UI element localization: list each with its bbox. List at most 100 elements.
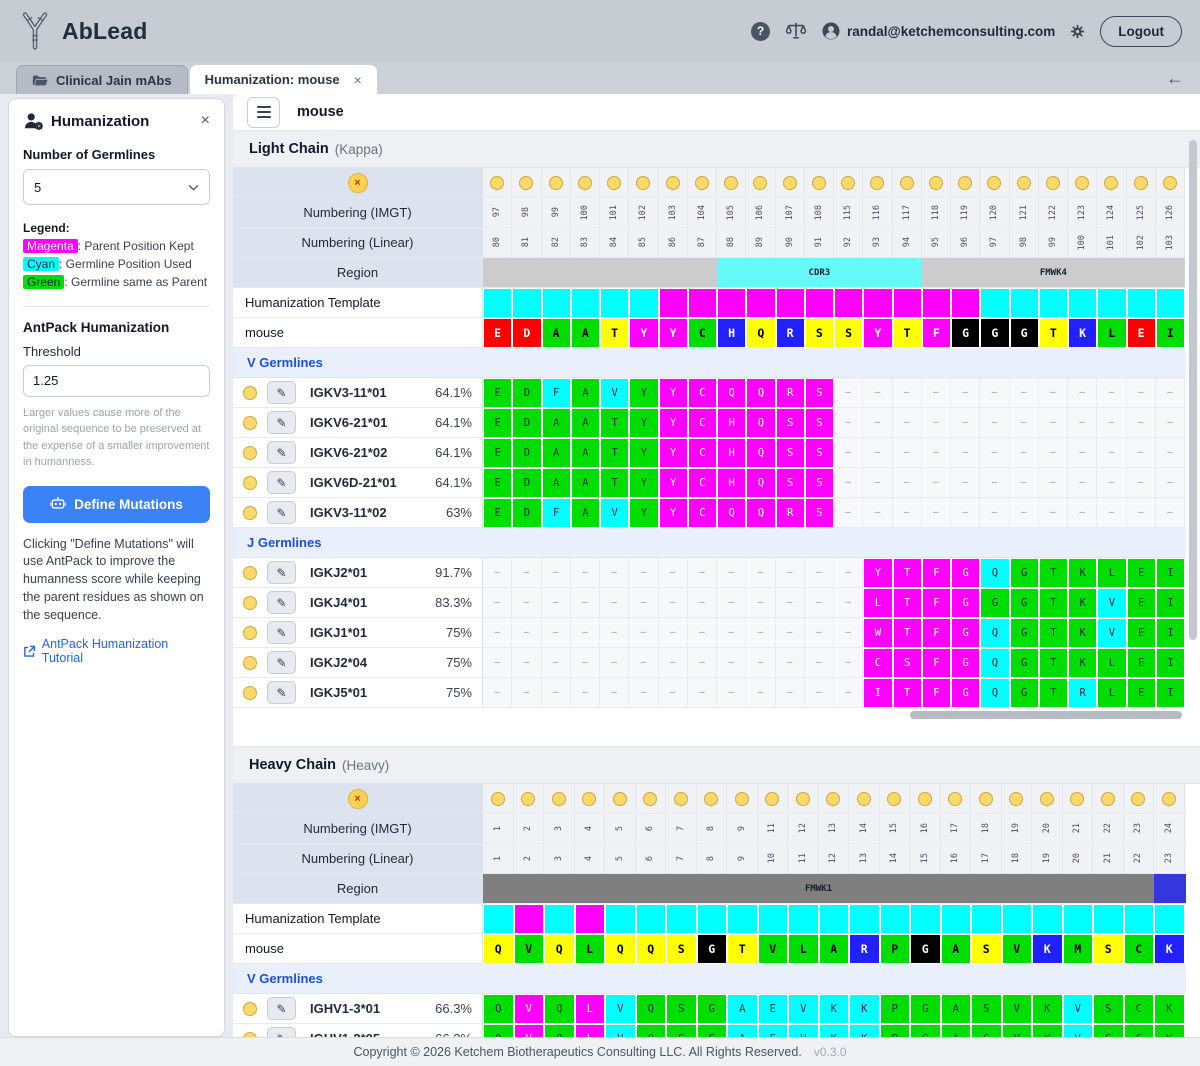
tutorial-link[interactable]: AntPack Humanization Tutorial (23, 637, 210, 665)
residue-cell[interactable]: T (1039, 318, 1068, 348)
residue-cell[interactable]: L (788, 934, 819, 964)
residue-cell[interactable]: Q (483, 934, 514, 964)
residue-cell[interactable]: K (1154, 934, 1185, 964)
residue-cell[interactable]: C (1124, 934, 1155, 964)
column-select-circle[interactable] (1075, 176, 1089, 190)
column-select-circle[interactable] (929, 176, 943, 190)
residue-cell[interactable]: R (849, 934, 880, 964)
residue-cell[interactable]: K (1032, 934, 1063, 964)
residue-cell[interactable]: Y (659, 318, 688, 348)
edit-germline-button[interactable]: ✎ (267, 561, 296, 584)
residue-cell[interactable]: V (758, 934, 789, 964)
residue-cell[interactable]: V (514, 934, 545, 964)
column-select-circle[interactable] (552, 792, 566, 806)
user-account[interactable]: randal@ketchemconsulting.com (822, 22, 1055, 40)
edit-germline-button[interactable]: ✎ (267, 621, 296, 644)
residue-cell[interactable]: M (1063, 934, 1094, 964)
residue-cell[interactable]: G (697, 934, 728, 964)
help-icon[interactable]: ? (751, 22, 770, 41)
residue-cell[interactable]: Q (746, 318, 775, 348)
residue-cell[interactable]: K (1068, 318, 1097, 348)
residue-cell[interactable]: Q (605, 934, 636, 964)
column-select-circle[interactable] (796, 792, 810, 806)
residue-cell[interactable]: Q (544, 934, 575, 964)
vertical-scrollbar[interactable] (1189, 140, 1197, 640)
column-select-circle[interactable] (704, 792, 718, 806)
residue-cell[interactable]: G (1010, 318, 1039, 348)
residue-cell[interactable]: R (776, 318, 805, 348)
column-select-circle[interactable] (857, 792, 871, 806)
residue-cell[interactable]: A (542, 318, 571, 348)
residue-cell[interactable]: G (910, 934, 941, 964)
germline-select-circle[interactable] (243, 446, 257, 460)
column-select-circle[interactable] (695, 176, 709, 190)
column-select-circle[interactable] (765, 792, 779, 806)
column-select-circle[interactable] (900, 176, 914, 190)
column-select-circle[interactable] (870, 176, 884, 190)
column-select-circle[interactable] (826, 792, 840, 806)
residue-cell[interactable]: S (834, 318, 863, 348)
residue-cell[interactable]: Y (863, 318, 892, 348)
back-arrow-icon[interactable]: ← (1166, 69, 1184, 87)
column-select-circle[interactable] (783, 176, 797, 190)
germline-select-circle[interactable] (243, 596, 257, 610)
column-select-circle[interactable] (1046, 176, 1060, 190)
residue-cell[interactable]: T (893, 318, 922, 348)
column-select-circle[interactable] (987, 176, 1001, 190)
column-select-circle[interactable] (1040, 792, 1054, 806)
logout-button[interactable]: Logout (1100, 16, 1182, 47)
column-select-circle[interactable] (674, 792, 688, 806)
germline-select-circle[interactable] (243, 1032, 257, 1038)
column-select-circle[interactable] (1101, 792, 1115, 806)
residue-cell[interactable]: A (571, 318, 600, 348)
column-select-circle[interactable] (1104, 176, 1118, 190)
edit-germline-button[interactable]: ✎ (267, 681, 296, 704)
residue-cell[interactable]: P (880, 934, 911, 964)
residue-cell[interactable]: V (1002, 934, 1033, 964)
column-select-circle[interactable] (607, 176, 621, 190)
residue-cell[interactable]: G (980, 318, 1009, 348)
edit-germline-button[interactable]: ✎ (267, 441, 296, 464)
column-select-circle[interactable] (958, 176, 972, 190)
column-select-circle[interactable] (1017, 176, 1031, 190)
settings-gear-icon[interactable] (1070, 24, 1085, 39)
tab-close-icon[interactable]: × (354, 72, 362, 88)
column-select-circle[interactable] (519, 176, 533, 190)
column-select-circle[interactable] (918, 792, 932, 806)
residue-cell[interactable]: Q (636, 934, 667, 964)
residue-cell[interactable]: E (483, 318, 512, 348)
residue-cell[interactable]: D (512, 318, 541, 348)
column-select-circle[interactable] (1162, 792, 1176, 806)
edit-germline-button[interactable]: ✎ (267, 591, 296, 614)
edit-germline-button[interactable]: ✎ (267, 381, 296, 404)
threshold-input[interactable] (23, 365, 210, 397)
column-select-circle[interactable] (1009, 792, 1023, 806)
deselect-all-button[interactable]: × (348, 789, 368, 809)
column-select-circle[interactable] (582, 792, 596, 806)
column-select-circle[interactable] (724, 176, 738, 190)
column-select-circle[interactable] (753, 176, 767, 190)
column-select-circle[interactable] (643, 792, 657, 806)
column-select-circle[interactable] (979, 792, 993, 806)
edit-germline-button[interactable]: ✎ (267, 411, 296, 434)
residue-cell[interactable]: A (941, 934, 972, 964)
residue-cell[interactable]: C (688, 318, 717, 348)
column-select-circle[interactable] (549, 176, 563, 190)
column-select-circle[interactable] (521, 792, 535, 806)
tab-humanization-mouse[interactable]: Humanization: mouse × (190, 65, 377, 94)
germline-select-circle[interactable] (243, 566, 257, 580)
panel-close-icon[interactable]: × (201, 112, 210, 130)
germline-select-circle[interactable] (243, 686, 257, 700)
column-select-circle[interactable] (1134, 176, 1148, 190)
residue-cell[interactable]: S (805, 318, 834, 348)
column-select-circle[interactable] (578, 176, 592, 190)
residue-cell[interactable]: I (1156, 318, 1185, 348)
germline-select-circle[interactable] (243, 386, 257, 400)
horizontal-scrollbar[interactable] (910, 711, 1182, 719)
column-select-circle[interactable] (1163, 176, 1177, 190)
column-select-circle[interactable] (948, 792, 962, 806)
column-select-circle[interactable] (613, 792, 627, 806)
germline-select-circle[interactable] (243, 626, 257, 640)
tab-clinical-jain-mabs[interactable]: Clinical Jain mAbs (16, 65, 188, 94)
residue-cell[interactable]: A (1185, 934, 1187, 964)
